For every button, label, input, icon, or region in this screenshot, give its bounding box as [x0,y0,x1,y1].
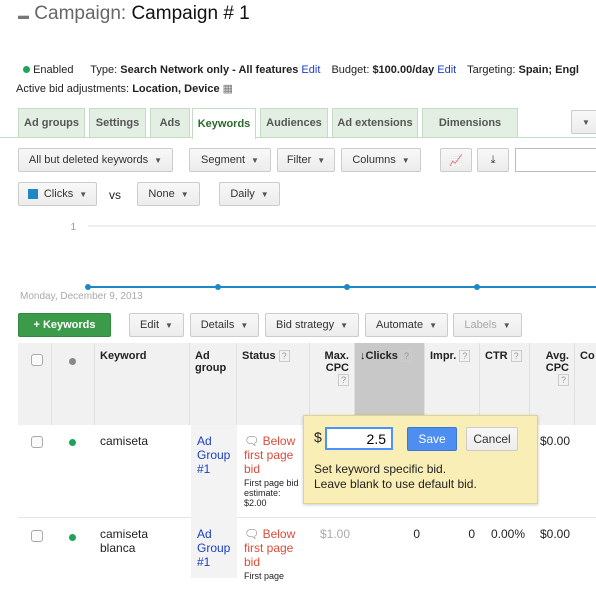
details-dropdown[interactable]: Details ▼ [190,313,259,337]
segment-dropdown[interactable]: Segment ▼ [189,148,271,172]
header-status-dot [52,343,95,425]
bid-edit-popup: $ Save Cancel Set keyword specific bid.L… [303,415,538,504]
clicks-cell: 0 [413,527,420,541]
folder-icon: ▬ [18,10,29,22]
tab-settings[interactable]: Settings [89,108,146,137]
currency-label: $ [314,429,322,445]
tab-ad-groups[interactable]: Ad groups [18,108,85,137]
bid-adjustments: Active bid adjustments: Location, Device… [16,83,234,95]
header-avg-cpc[interactable]: Avg. CPC? [530,343,575,425]
ad-group-link[interactable]: Ad Group #1 [192,426,236,484]
search-input[interactable] [515,148,596,172]
columns-dropdown[interactable]: Columns ▼ [341,148,421,172]
enabled-dot-icon [69,534,76,541]
keyword-filter-dropdown[interactable]: All but deleted keywords ▼ [18,148,173,172]
y-tick-1: 1 [70,222,76,233]
help-icon[interactable]: ? [459,350,471,362]
chevron-down-icon: ▼ [79,189,88,199]
edit-budget-link[interactable]: Edit [437,64,456,76]
speech-bubble-icon[interactable]: 🗨 [244,527,259,541]
chevron-down-icon: ▼ [502,320,511,330]
filter-dropdown[interactable]: Filter ▼ [277,148,335,172]
max-cpc-cell[interactable]: $1.00 [310,519,355,549]
select-all-checkbox[interactable] [31,354,43,366]
header-cost[interactable]: Co [575,343,596,425]
enabled-status-icon [23,66,30,73]
period-dropdown[interactable]: Daily ▼ [219,182,280,206]
speech-bubble-icon[interactable]: 🗨 [244,434,259,448]
edit-dropdown[interactable]: Edit ▼ [129,313,184,337]
download-icon: ⤓ [490,153,496,166]
chevron-down-icon: ▼ [260,189,269,199]
row-checkbox[interactable] [31,436,43,448]
data-point [474,284,480,290]
tab-dimensions[interactable]: Dimensions [422,108,518,137]
vs-label: vs [109,188,121,202]
more-tabs-button[interactable]: ▼ [571,110,596,134]
help-icon[interactable]: ? [338,374,349,386]
row-checkbox[interactable] [31,530,43,542]
cancel-button[interactable]: Cancel [466,427,518,451]
edit-type-link[interactable]: Edit [301,64,320,76]
tab-ad-extensions[interactable]: Ad extensions [332,108,418,137]
header-select [18,343,52,425]
keyword-cell: camiseta [100,434,149,448]
chevron-down-icon: ▼ [180,189,189,199]
tab-audiences[interactable]: Audiences [260,108,328,137]
help-icon[interactable]: ? [510,350,522,362]
metric-color-swatch [27,189,38,199]
header-impr[interactable]: Impr. ? [425,343,480,425]
add-keywords-button[interactable]: + Keywords [18,313,111,337]
help-icon[interactable]: ? [400,350,412,362]
status-cell: 🗨 Below first page bid First page [244,527,296,581]
header-ad-group[interactable]: Ad group [190,343,237,425]
tab-bar-line [0,137,596,138]
keyword-cell: camiseta blanca [100,527,149,555]
download-button[interactable]: ⤓ [477,148,509,172]
campaign-summary: Enabled Type: Search Network only - All … [23,64,579,76]
labels-dropdown[interactable]: Labels ▼ [453,313,522,337]
header-status[interactable]: Status ? [237,343,310,425]
chart-icon: 📈 [449,154,463,167]
bid-hint: Set keyword specific bid. Leave blank to … [314,462,477,491]
help-icon[interactable]: ? [558,374,569,386]
data-point [85,284,91,290]
chevron-down-icon: ▼ [582,117,590,127]
header-max-cpc[interactable]: Max. CPC? [310,343,355,425]
bid-input[interactable] [325,427,393,450]
chevron-down-icon: ▼ [340,320,348,330]
tab-ads[interactable]: Ads [150,108,190,137]
status-dot-icon [69,358,76,365]
data-point [344,284,350,290]
table-icon[interactable]: ▦ [223,83,233,95]
tab-keywords[interactable]: Keywords [192,108,256,139]
chart-date-label: Monday, December 9, 2013 [20,291,143,302]
automate-dropdown[interactable]: Automate ▼ [365,313,448,337]
avg-cpc-cell: $0.00 [539,527,570,541]
header-keyword[interactable]: Keyword [95,343,190,425]
chevron-down-icon: ▼ [429,320,437,330]
chevron-down-icon: ▼ [317,155,326,165]
bid-strategy-dropdown[interactable]: Bid strategy ▼ [265,313,359,337]
performance-chart: 1 [70,222,596,290]
help-icon[interactable]: ? [278,350,290,362]
header-clicks[interactable]: ↓Clicks ? [355,343,425,425]
enabled-dot-icon [69,439,76,446]
chevron-down-icon: ▼ [251,155,259,165]
status-cell: 🗨 Below first page bid First page bid est… [244,434,299,508]
chevron-down-icon: ▼ [240,320,249,330]
chevron-down-icon: ▼ [401,155,410,165]
campaign-title: ▬ Campaign: Campaign # 1 [18,3,250,24]
ad-group-link[interactable]: Ad Group #1 [192,519,236,577]
chevron-down-icon: ▼ [154,155,163,165]
header-ctr[interactable]: CTR ? [480,343,530,425]
chart-toggle-button[interactable]: 📈 [440,148,472,172]
ctr-cell: 0.00% [490,527,525,541]
data-point [215,284,221,290]
metric1-dropdown[interactable]: Clicks ▼ [18,182,97,206]
impr-cell: 0 [468,527,475,541]
save-button[interactable]: Save [407,427,457,451]
chevron-down-icon: ▼ [165,320,173,330]
metric2-dropdown[interactable]: None ▼ [137,182,200,206]
